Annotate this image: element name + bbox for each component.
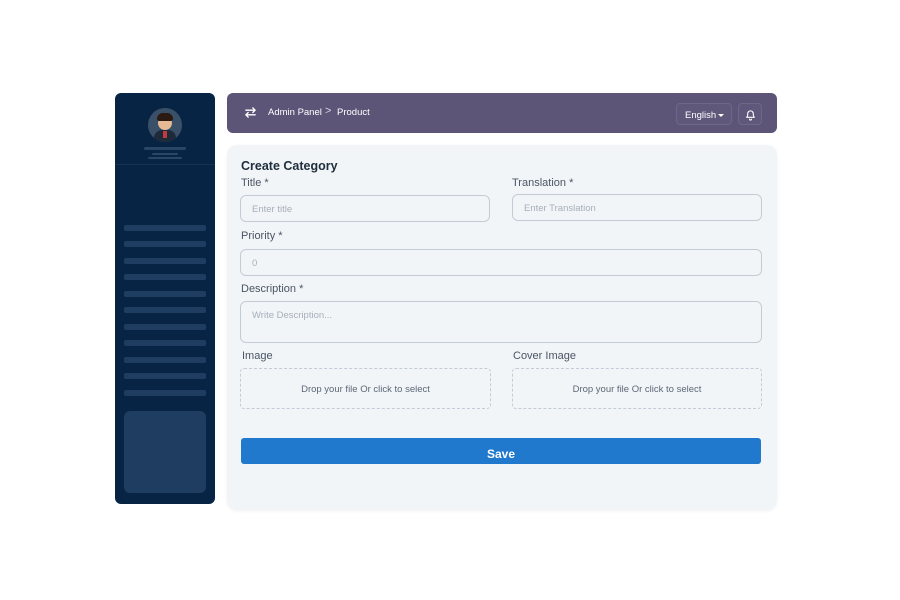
sidebar-promo-card <box>124 411 206 493</box>
priority-label: Priority * <box>241 230 283 242</box>
sidebar-item[interactable] <box>124 373 206 379</box>
description-textarea[interactable]: Write Description... <box>240 301 762 343</box>
avatar[interactable] <box>148 108 182 142</box>
language-select[interactable]: English <box>676 103 732 125</box>
description-label: Description * <box>241 283 304 295</box>
sidebar-item[interactable] <box>124 274 206 280</box>
app-screen: Admin Panel > Product English Create Cat… <box>0 0 900 600</box>
top-bar: Admin Panel > Product English <box>227 93 777 133</box>
title-input[interactable]: Enter title <box>240 195 490 222</box>
sidebar-item[interactable] <box>124 390 206 396</box>
translation-label: Translation * <box>512 177 574 189</box>
title-label: Title * <box>241 177 269 189</box>
sidebar-item[interactable] <box>124 324 206 330</box>
create-category-form: Create Category Title * Enter title Tran… <box>227 145 777 510</box>
profile-email-placeholder <box>148 157 182 159</box>
swap-arrows-icon[interactable] <box>244 106 258 120</box>
priority-input[interactable]: 0 <box>240 249 762 276</box>
cover-image-label: Cover Image <box>513 350 576 362</box>
breadcrumb-current: Product <box>337 107 370 118</box>
sidebar <box>115 93 215 504</box>
sidebar-item[interactable] <box>124 258 206 264</box>
sidebar-item[interactable] <box>124 340 206 346</box>
sidebar-item[interactable] <box>124 291 206 297</box>
language-value: English <box>685 110 717 121</box>
profile-name-placeholder <box>144 147 186 150</box>
breadcrumb-separator: > <box>325 105 332 117</box>
bell-icon <box>745 108 756 126</box>
sidebar-item[interactable] <box>124 307 206 313</box>
translation-input[interactable]: Enter Translation <box>512 194 762 221</box>
image-label: Image <box>242 350 273 362</box>
sidebar-item[interactable] <box>124 225 206 231</box>
notifications-button[interactable] <box>738 103 762 125</box>
save-button[interactable]: Save <box>241 438 761 464</box>
page-title: Create Category <box>241 159 338 173</box>
profile-role-placeholder <box>152 153 178 155</box>
image-dropzone[interactable]: Drop your file Or click to select <box>240 368 491 409</box>
sidebar-profile <box>115 93 215 165</box>
breadcrumb-root[interactable]: Admin Panel <box>268 107 322 118</box>
chevron-down-icon <box>718 113 725 117</box>
sidebar-item[interactable] <box>124 357 206 363</box>
sidebar-item[interactable] <box>124 241 206 247</box>
cover-image-dropzone[interactable]: Drop your file Or click to select <box>512 368 762 409</box>
